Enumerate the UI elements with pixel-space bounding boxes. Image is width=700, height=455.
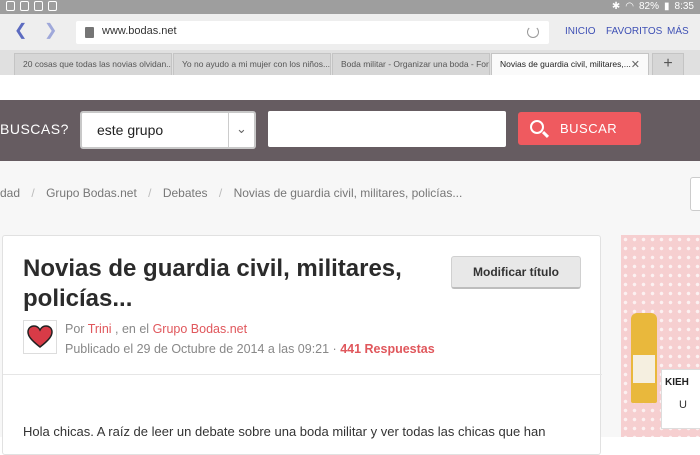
breadcrumb-item[interactable]: dad xyxy=(0,186,20,200)
browser-toolbar: ❮ ❯ www.bodas.net INICIO FAVORITOS MÁS xyxy=(0,14,700,50)
image-icon xyxy=(6,1,15,11)
breadcrumb-separator: / xyxy=(31,186,35,200)
search-button[interactable]: BUSCAR xyxy=(518,112,641,145)
nav-inicio[interactable]: INICIO xyxy=(565,26,596,37)
page-title: Novias de guardia civil, militares, poli… xyxy=(23,255,402,312)
battery-percent: 82% xyxy=(639,1,660,12)
breadcrumb-item[interactable]: Grupo Bodas.net xyxy=(46,186,137,200)
post-meta: Por Trini , en el Grupo Bodas.net Public… xyxy=(65,319,435,359)
search-label: BUSCAS? xyxy=(0,121,69,137)
search-input[interactable] xyxy=(268,111,506,147)
breadcrumb-separator: / xyxy=(148,186,152,200)
ad-text: U xyxy=(679,399,687,411)
browser-tab[interactable]: 20 cosas que todas las novias olvidan... xyxy=(14,53,172,75)
chevron-down-icon: ⌄ xyxy=(228,113,254,147)
edit-title-button[interactable]: Modificar título xyxy=(451,256,581,289)
author-link[interactable]: Trini xyxy=(88,322,112,336)
shield-icon xyxy=(20,1,29,11)
breadcrumb-current: Novias de guardia civil, militares, poli… xyxy=(233,186,463,200)
breadcrumb: dad / Grupo Bodas.net / Debates / Novias… xyxy=(0,161,700,225)
ad-banner[interactable]: KIEH U xyxy=(621,235,700,437)
tab-label: Novias de guardia civil, militares,... xyxy=(500,59,631,69)
url-text: www.bodas.net xyxy=(102,25,177,37)
heart-icon xyxy=(27,325,53,348)
scope-value: este grupo xyxy=(97,122,164,138)
photo-icon xyxy=(48,1,57,11)
breadcrumb-item[interactable]: Debates xyxy=(163,186,208,200)
tab-label: Boda militar - Organizar una boda - For.… xyxy=(341,59,490,69)
group-link[interactable]: Grupo Bodas.net xyxy=(153,322,248,336)
search-button-label: BUSCAR xyxy=(560,121,618,136)
bluetooth-icon: ✱ xyxy=(611,1,621,12)
side-button-edge[interactable] xyxy=(690,177,700,211)
reload-icon[interactable] xyxy=(527,26,539,38)
divider xyxy=(3,374,602,375)
page-icon xyxy=(85,27,94,38)
clock: 8:35 xyxy=(674,1,694,12)
tab-label: 20 cosas que todas las novias olvidan... xyxy=(23,59,172,69)
search-scope-select[interactable]: este grupo ⌄ xyxy=(80,111,256,149)
post-card: Novias de guardia civil, militares, poli… xyxy=(2,235,602,455)
main-content: Novias de guardia civil, militares, poli… xyxy=(0,225,700,455)
breadcrumb-separator: / xyxy=(218,186,223,200)
page-top-strip xyxy=(0,75,700,100)
browser-tab[interactable]: Yo no ayudo a mi mujer con los niños... xyxy=(173,53,331,75)
browser-tab[interactable]: Boda militar - Organizar una boda - For.… xyxy=(332,53,490,75)
ad-text: KIEH xyxy=(665,377,689,388)
wifi-icon: ◠ xyxy=(625,1,634,12)
in-label: , en el xyxy=(115,322,150,336)
by-label: Por xyxy=(65,322,85,336)
nav-favoritos[interactable]: FAVORITOS xyxy=(606,26,662,37)
status-bar: ✱ ◠ 82% ▮ 8:35 xyxy=(0,0,700,14)
tab-label: Yo no ayudo a mi mujer con los niños... xyxy=(182,59,331,69)
avatar[interactable] xyxy=(23,320,57,354)
search-icon xyxy=(530,120,544,134)
battery-icon: ▮ xyxy=(664,1,670,12)
replies-link[interactable]: 441 Respuestas xyxy=(340,342,435,356)
address-bar[interactable]: www.bodas.net xyxy=(76,21,549,44)
tab-strip: 20 cosas que todas las novias olvidan...… xyxy=(0,50,700,75)
published-date: Publicado el 29 de Octubre de 2014 a las… xyxy=(65,342,337,356)
back-icon[interactable]: ❮ xyxy=(14,23,27,39)
upload-icon xyxy=(34,1,43,11)
forward-icon[interactable]: ❯ xyxy=(44,23,57,39)
browser-tab-active[interactable]: Novias de guardia civil, militares,... ✕ xyxy=(491,53,649,75)
search-bar: BUSCAS? este grupo ⌄ BUSCAR xyxy=(0,100,700,161)
bottle-label xyxy=(633,355,655,383)
new-tab-button[interactable]: + xyxy=(652,53,684,75)
close-tab-icon[interactable]: ✕ xyxy=(631,58,640,71)
nav-mas[interactable]: MÁS xyxy=(667,26,689,37)
